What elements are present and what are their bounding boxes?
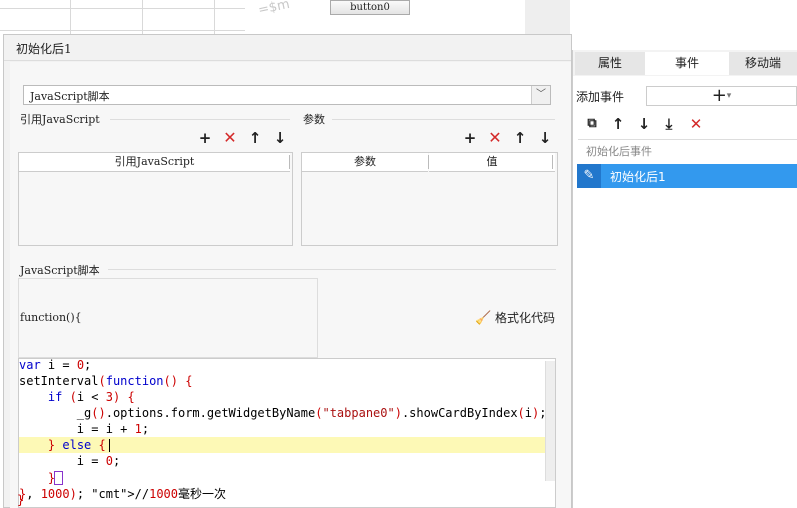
- text-cursor: [109, 439, 110, 452]
- arrow-up-icon[interactable]: ↑: [609, 114, 627, 134]
- move-up-param-button[interactable]: ↑: [511, 129, 529, 147]
- move-bottom-icon[interactable]: ⤓: [660, 114, 678, 134]
- format-code-label: 格式化代码: [495, 311, 556, 325]
- events-pane: [573, 76, 797, 508]
- function-header: function(){: [20, 311, 82, 324]
- code-scrollbar[interactable]: [545, 361, 555, 481]
- plus-icon: +: [711, 85, 727, 106]
- divider: [110, 119, 290, 120]
- ref-js-table[interactable]: 引用JavaScript: [18, 152, 293, 246]
- move-down-param-button[interactable]: ↓: [536, 129, 554, 147]
- value-column-header[interactable]: 值: [429, 153, 555, 172]
- code-line[interactable]: var i = 0;: [19, 357, 91, 373]
- add-event-dropdown[interactable]: +▾: [646, 86, 797, 106]
- divider: [578, 139, 797, 140]
- dialog-titlebar[interactable]: [4, 35, 571, 61]
- divider: [332, 119, 555, 120]
- move-up-ref-js-button[interactable]: ↑: [246, 129, 264, 147]
- canvas-button0[interactable]: button0: [330, 0, 410, 15]
- code-line[interactable]: }, 1000); "cmt">//1000毫秒一次: [19, 486, 226, 502]
- code-line[interactable]: }: [17, 492, 24, 508]
- tab-properties[interactable]: 属性: [575, 52, 645, 75]
- ref-js-column-header[interactable]: 引用JavaScript: [19, 153, 290, 172]
- event-group-header: 初始化后事件: [586, 145, 652, 158]
- broom-icon: 🧹: [475, 311, 492, 326]
- edit-pencil-icon[interactable]: ✎: [577, 164, 601, 188]
- params-table[interactable]: 参数 值: [301, 152, 558, 246]
- format-code-button[interactable]: 🧹 格式化代码: [475, 309, 555, 326]
- brace-match-highlight: [54, 471, 63, 485]
- tab-mobile[interactable]: 移动端: [729, 52, 797, 75]
- add-ref-js-button[interactable]: +: [196, 129, 214, 147]
- ref-js-section-label: 引用JavaScript: [20, 113, 100, 126]
- param-column-header[interactable]: 参数: [302, 153, 428, 172]
- code-line[interactable]: } else {: [19, 437, 106, 453]
- code-line[interactable]: i = 0;: [19, 453, 120, 469]
- column-separator: [552, 155, 553, 169]
- column-separator: [289, 155, 290, 169]
- code-line[interactable]: if (i < 3) {: [19, 389, 135, 405]
- tab-events[interactable]: 事件: [645, 52, 729, 75]
- divider: [108, 269, 556, 270]
- add-event-label: 添加事件: [576, 90, 625, 104]
- code-line[interactable]: i = i + 1;: [19, 421, 149, 437]
- copy-icon[interactable]: ⧉: [583, 114, 601, 134]
- arrow-down-icon[interactable]: ↓: [635, 114, 653, 134]
- code-line[interactable]: }: [19, 470, 55, 486]
- script-section-label: JavaScript脚本: [20, 264, 100, 277]
- move-down-ref-js-button[interactable]: ↓: [271, 129, 289, 147]
- params-section-label: 参数: [303, 113, 325, 126]
- dialog-title: 初始化后1: [16, 42, 72, 56]
- delete-ref-js-button[interactable]: ✕: [221, 129, 239, 147]
- delete-param-button[interactable]: ✕: [486, 129, 504, 147]
- delete-icon[interactable]: ✕: [687, 114, 705, 134]
- code-line[interactable]: setInterval(function() {: [19, 373, 192, 389]
- code-line[interactable]: _g().options.form.getWidgetByName("tabpa…: [19, 405, 547, 421]
- script-type-value: JavaScript脚本: [30, 90, 110, 103]
- chevron-down-icon[interactable]: ﹀: [531, 86, 550, 104]
- add-param-button[interactable]: +: [461, 129, 479, 147]
- event-item-label: 初始化后1: [610, 170, 666, 184]
